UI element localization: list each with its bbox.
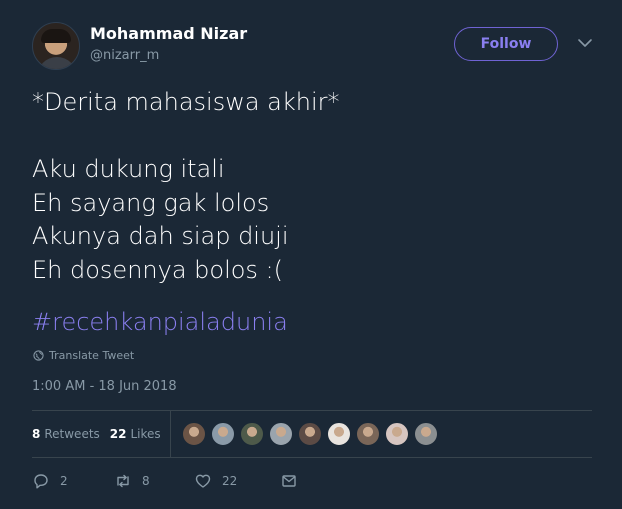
chevron-down-icon[interactable] xyxy=(576,36,594,50)
liker-avatar[interactable] xyxy=(182,422,206,446)
handle[interactable]: @nizarr_m xyxy=(90,48,159,63)
timestamp[interactable]: 1:00 AM - 18 Jun 2018 xyxy=(32,379,177,394)
translate-tweet-link[interactable]: Translate Tweet xyxy=(33,349,134,362)
envelope-icon xyxy=(282,475,296,487)
liker-avatar[interactable] xyxy=(240,422,264,446)
retweet-button[interactable]: 8 xyxy=(114,472,194,490)
tweet-line xyxy=(32,120,592,154)
liker-avatar[interactable] xyxy=(414,422,438,446)
retweet-count: 8 xyxy=(142,474,150,488)
hashtag-link[interactable]: #recehkanpialadunia xyxy=(32,308,288,336)
retweets-stat[interactable]: 8 Retweets xyxy=(32,427,100,441)
tweet-text: *Derita mahasiswa akhir* Aku dukung ital… xyxy=(32,86,592,288)
liker-avatar[interactable] xyxy=(356,422,380,446)
action-bar: 2 8 22 xyxy=(32,468,592,494)
tweet-line: Eh sayang gak lolos xyxy=(32,188,270,217)
retweets-count: 8 xyxy=(32,427,41,441)
translate-label: Translate Tweet xyxy=(49,349,135,362)
tweet-line: Eh dosennya bolos :( xyxy=(32,255,284,284)
likes-stat[interactable]: 22 Likes xyxy=(110,427,161,441)
divider xyxy=(170,411,171,457)
retweets-label: Retweets xyxy=(44,427,100,441)
reply-count: 2 xyxy=(60,474,68,488)
stats-row: 8 Retweets 22 Likes xyxy=(32,411,592,457)
likes-count: 22 xyxy=(109,427,127,441)
reply-button[interactable]: 2 xyxy=(32,472,114,490)
retweet-icon xyxy=(117,474,129,488)
tweet-line: Akunya dah siap diuji xyxy=(32,222,289,251)
liker-avatar[interactable] xyxy=(298,422,322,446)
tweet-line: Aku dukung itali xyxy=(32,155,225,184)
reply-icon xyxy=(34,474,48,489)
divider xyxy=(32,457,592,458)
like-count: 22 xyxy=(222,474,238,488)
avatar[interactable] xyxy=(32,22,80,70)
like-button[interactable]: 22 xyxy=(194,472,280,490)
direct-message-button[interactable] xyxy=(280,472,298,490)
heart-icon xyxy=(195,474,211,488)
liker-avatar[interactable] xyxy=(327,422,351,446)
liker-avatar[interactable] xyxy=(385,422,409,446)
likes-label: Likes xyxy=(130,427,161,441)
liker-avatar[interactable] xyxy=(211,422,235,446)
liker-avatar[interactable] xyxy=(269,422,293,446)
tweet-line: *Derita mahasiswa akhir* xyxy=(32,88,340,116)
follow-button[interactable]: Follow xyxy=(454,27,558,61)
globe-icon xyxy=(33,350,44,361)
likers-avatars xyxy=(182,422,443,446)
display-name[interactable]: Mohammad Nizar xyxy=(90,24,247,43)
